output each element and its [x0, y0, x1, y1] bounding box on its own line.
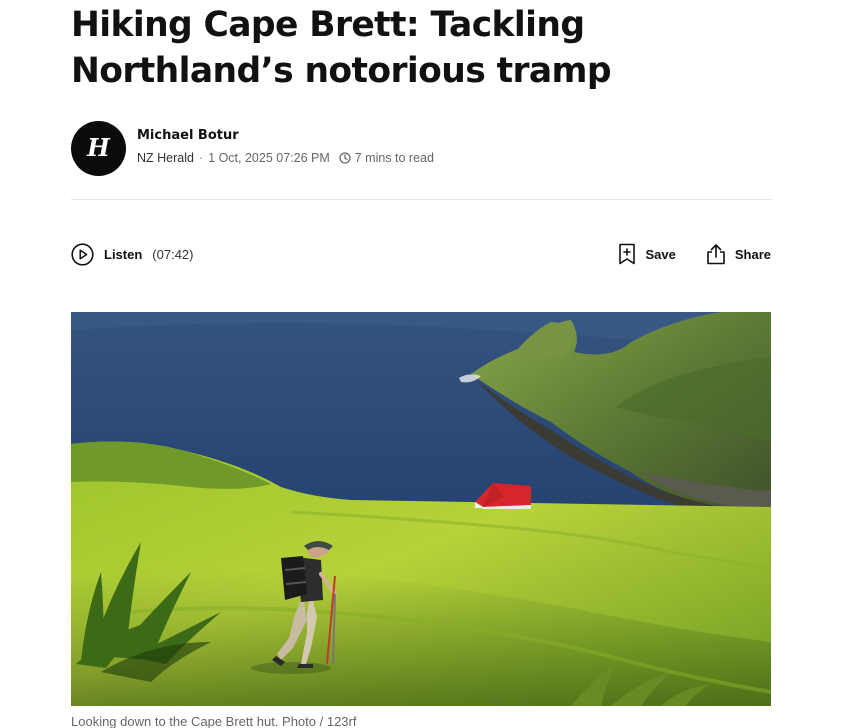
listen-button[interactable]: Listen (07:42)	[71, 242, 194, 266]
author-name[interactable]: Michael Botur	[137, 127, 434, 145]
article-page: Hiking Cape Brett: Tackling Northland’s …	[0, 0, 848, 728]
article-headline: Hiking Cape Brett: Tackling Northland’s …	[71, 5, 612, 91]
author-avatar[interactable]: H	[71, 120, 126, 176]
share-button[interactable]: Share	[706, 243, 771, 265]
article-meta: NZ Herald · 1 Oct, 2025 07:26 PM 7 mins …	[137, 150, 434, 166]
share-label: Share	[734, 246, 771, 262]
publish-date: 1 Oct, 2025 07:26 PM	[208, 151, 330, 165]
listen-label: Listen	[104, 246, 143, 262]
meta-separator: ·	[198, 151, 204, 165]
share-save-group: Save Share	[618, 243, 771, 265]
publisher-name[interactable]: NZ Herald	[137, 150, 194, 166]
listen-duration: (07:42)	[152, 246, 194, 262]
clock-icon	[339, 152, 351, 164]
byline-text: Michael Botur NZ Herald · 1 Oct, 2025 07…	[137, 127, 434, 166]
hero-photo-cape-brett[interactable]	[71, 312, 771, 706]
bookmark-plus-icon	[618, 243, 636, 265]
play-circle-icon	[71, 242, 94, 266]
save-button[interactable]: Save	[618, 243, 676, 265]
nz-herald-logo-icon: H	[87, 133, 110, 162]
photo-caption: Looking down to the Cape Brett hut. Phot…	[71, 714, 357, 728]
save-label: Save	[645, 246, 676, 262]
byline-divider	[71, 199, 771, 200]
article-actions-bar: Listen (07:42) Save Share	[71, 241, 771, 267]
byline: H Michael Botur NZ Herald · 1 Oct, 2025 …	[71, 120, 434, 176]
share-icon	[706, 243, 726, 265]
read-time: 7 mins to read	[354, 151, 434, 165]
